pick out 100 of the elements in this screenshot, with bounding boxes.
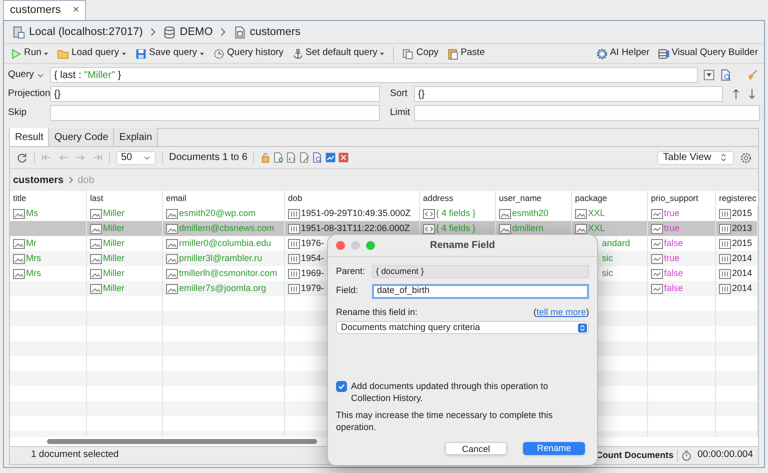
tab-label: customers xyxy=(10,3,61,18)
query-builder-button[interactable]: Visual Query Builder xyxy=(658,46,758,62)
ai-helper-button[interactable]: AI Helper xyxy=(596,46,650,62)
cell-value: 1951-09-29T10:49:35.000Z xyxy=(301,206,411,220)
field-label: Projection xyxy=(8,86,48,101)
copy-button[interactable]: Copy xyxy=(402,46,439,62)
note-text: This may increase the time necessary to complete this operation. xyxy=(336,409,554,433)
cell-value: Miller xyxy=(103,222,124,235)
document-search-icon[interactable] xyxy=(312,152,324,163)
type-icon xyxy=(288,284,300,294)
projection-field[interactable]: {} xyxy=(50,86,380,102)
document-tab[interactable]: customers × xyxy=(3,0,86,20)
page-size-select[interactable]: 50 xyxy=(116,150,156,164)
cell-value: XXL xyxy=(588,206,606,220)
sort-field[interactable]: {} xyxy=(414,86,723,102)
add-document-icon[interactable] xyxy=(273,152,284,163)
folder-icon xyxy=(57,48,70,60)
skip-field[interactable] xyxy=(50,105,380,121)
type-icon xyxy=(423,208,435,218)
result-tab[interactable]: Explain xyxy=(114,128,158,146)
broom-icon[interactable] xyxy=(746,69,758,81)
cell-value: andard xyxy=(602,236,630,250)
checkbox[interactable] xyxy=(336,381,347,392)
run-button[interactable]: Run xyxy=(10,46,50,62)
set-default-query-button[interactable]: Set default query xyxy=(292,46,386,62)
cancel-button[interactable]: Cancel xyxy=(445,442,507,455)
query-field[interactable]: { last : "Miller" } xyxy=(50,67,698,83)
type-icon xyxy=(651,224,663,234)
close-button[interactable]: × xyxy=(72,5,80,16)
collection-name[interactable]: customers xyxy=(13,172,64,188)
lock-icon[interactable] xyxy=(260,152,272,163)
type-icon xyxy=(651,208,663,218)
database-icon xyxy=(162,26,176,38)
cell-value: Miller xyxy=(103,252,124,265)
document-icon xyxy=(232,26,246,38)
type-icon xyxy=(90,238,102,248)
column-header[interactable]: package xyxy=(575,192,608,205)
table-row[interactable]: Miller dmillern@cbsnews.com 1951-08-31T11:22:06.000Z { 4 fields } dmillern XXL true 2013 xyxy=(10,221,758,236)
cell-value: false xyxy=(664,236,684,250)
type-icon xyxy=(575,208,587,218)
cell-value: esmith20 xyxy=(512,206,549,220)
query-history-button[interactable]: Query history xyxy=(213,46,284,62)
save-query-button[interactable]: Save query xyxy=(134,46,206,62)
result-tab[interactable]: Result xyxy=(10,128,50,146)
field-label: Limit xyxy=(389,106,412,120)
cell-value: Mrs xyxy=(26,252,41,265)
menu-box-icon[interactable] xyxy=(703,69,715,81)
view-select[interactable]: Table View xyxy=(657,150,734,164)
breadcrumb-item[interactable]: customers xyxy=(250,24,300,40)
column-header[interactable]: registerec xyxy=(719,192,756,205)
delete-icon[interactable] xyxy=(338,152,350,163)
column-header[interactable]: email xyxy=(166,192,186,205)
breadcrumb-item[interactable]: DEMO xyxy=(180,24,213,40)
cell-value: sic xyxy=(602,252,613,265)
scope-select[interactable]: Documents matching query criteria xyxy=(336,321,589,334)
settings-icon[interactable] xyxy=(740,152,752,164)
type-icon xyxy=(719,284,731,294)
field-label: Parent: xyxy=(336,265,366,278)
column-header[interactable]: title xyxy=(13,192,26,205)
type-icon xyxy=(166,224,178,234)
document-range: Documents 1 to 6 xyxy=(169,151,248,165)
column-header[interactable]: user_name xyxy=(499,192,542,205)
field-label: Sort xyxy=(389,86,408,101)
column-header[interactable]: last xyxy=(90,192,104,205)
type-icon xyxy=(651,254,663,264)
edit-document-icon[interactable] xyxy=(299,152,310,163)
close-button[interactable] xyxy=(336,241,345,250)
type-icon xyxy=(288,224,300,234)
column-header[interactable]: dob xyxy=(288,192,302,205)
field-name-input[interactable]: date_of_birth xyxy=(372,284,589,298)
limit-field[interactable] xyxy=(414,105,760,121)
type-icon xyxy=(499,224,511,234)
type-icon xyxy=(288,254,300,264)
type-icon xyxy=(499,208,511,218)
type-icon xyxy=(13,238,25,248)
cell-value: rmiller0@columbia.edu xyxy=(179,236,272,250)
breadcrumb-item[interactable]: Local (localhost:27017) xyxy=(29,24,143,40)
cell-value: true xyxy=(664,252,680,265)
table-row[interactable]: Ms Miller esmith20@wp.com 1951-09-29T10:49:35.000Z { 4 fields } esmith20 XXL true 2015 xyxy=(10,206,758,221)
cell-value: 1951-08-31T11:22:06.000Z xyxy=(301,222,410,235)
chart-icon[interactable] xyxy=(325,152,336,163)
column-header[interactable]: prio_support xyxy=(651,192,698,205)
document-search-icon[interactable] xyxy=(720,69,732,81)
help-link[interactable]: (tell me more) xyxy=(533,306,589,319)
cell-value: 1979- xyxy=(301,282,324,295)
type-icon xyxy=(423,224,435,234)
type-icon xyxy=(13,268,25,278)
scrollbar-thumb[interactable] xyxy=(47,439,317,444)
refresh-icon[interactable] xyxy=(16,152,28,164)
type-icon xyxy=(166,254,178,264)
type-icon xyxy=(719,224,731,234)
paste-button[interactable]: Paste xyxy=(446,46,485,62)
cell-value: Ms xyxy=(26,206,38,220)
type-icon xyxy=(90,224,102,234)
cell-value: 2014 xyxy=(732,252,752,265)
result-tab[interactable]: Query Code xyxy=(49,128,114,146)
column-header[interactable]: address xyxy=(423,192,454,205)
rename-button[interactable]: Rename xyxy=(523,442,585,455)
load-query-button[interactable]: Load query xyxy=(57,46,127,62)
code-document-icon[interactable] xyxy=(286,152,298,163)
